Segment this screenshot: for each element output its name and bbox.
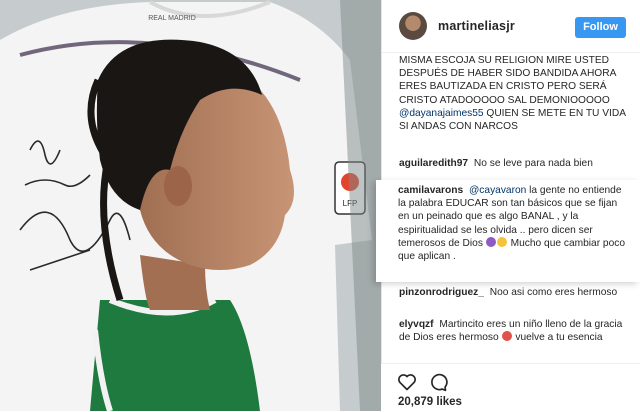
praying-emoji-icon bbox=[485, 236, 496, 247]
comment-username[interactable]: elyvqzf bbox=[399, 319, 434, 330]
green-jersey bbox=[90, 300, 260, 411]
post-username[interactable]: martineliasjr bbox=[438, 19, 515, 33]
avatar[interactable] bbox=[399, 12, 427, 40]
list-item: aguilaredith97 No se leve para nada bien bbox=[399, 157, 634, 170]
post-photo: LFP REAL MADRID bbox=[0, 0, 381, 411]
caption-text: MISMA ESCOJA SU RELIGION MIRE USTED DESP… bbox=[399, 54, 631, 133]
face-emoji-icon bbox=[496, 236, 507, 247]
comment-username[interactable]: pinzonrodriguez_ bbox=[399, 287, 484, 298]
caption-body: MISMA ESCOJA SU RELIGION MIRE USTED DESP… bbox=[399, 55, 616, 106]
list-item: camilavarons @cayavaron la gente no enti… bbox=[398, 184, 630, 263]
heart-eyes-emoji-icon bbox=[501, 331, 512, 342]
follow-button[interactable]: Follow bbox=[575, 17, 626, 38]
post-header: martineliasjr Follow bbox=[382, 0, 640, 53]
likes-count[interactable]: 20,879 likes bbox=[398, 396, 462, 408]
comment-username[interactable]: aguilaredith97 bbox=[399, 158, 468, 169]
highlighted-comment-card: camilavarons @cayavaron la gente no enti… bbox=[376, 180, 640, 282]
photo-illustration: LFP REAL MADRID bbox=[0, 0, 381, 411]
heart-icon[interactable] bbox=[397, 372, 417, 392]
post-actions: 20,879 likes bbox=[381, 363, 640, 412]
comment-icon[interactable] bbox=[428, 372, 448, 392]
comment-text-end: vuelve a tu esencia bbox=[515, 332, 603, 344]
comment-username[interactable]: camilavarons bbox=[398, 185, 463, 196]
list-item: pinzonrodriguez_ Noo asi como eres hermo… bbox=[399, 286, 634, 299]
shirt-brand: REAL MADRID bbox=[148, 15, 196, 22]
list-item: elyvqzf Martincito eres un niño lleno de… bbox=[399, 318, 634, 344]
comment-text: Noo asi como eres hermoso bbox=[489, 287, 618, 298]
comment-mention[interactable]: @cayavaron bbox=[469, 185, 526, 196]
comment-text: No se leve para nada bien bbox=[473, 158, 593, 169]
caption-mention[interactable]: @dayanajaimes55 bbox=[399, 108, 484, 119]
